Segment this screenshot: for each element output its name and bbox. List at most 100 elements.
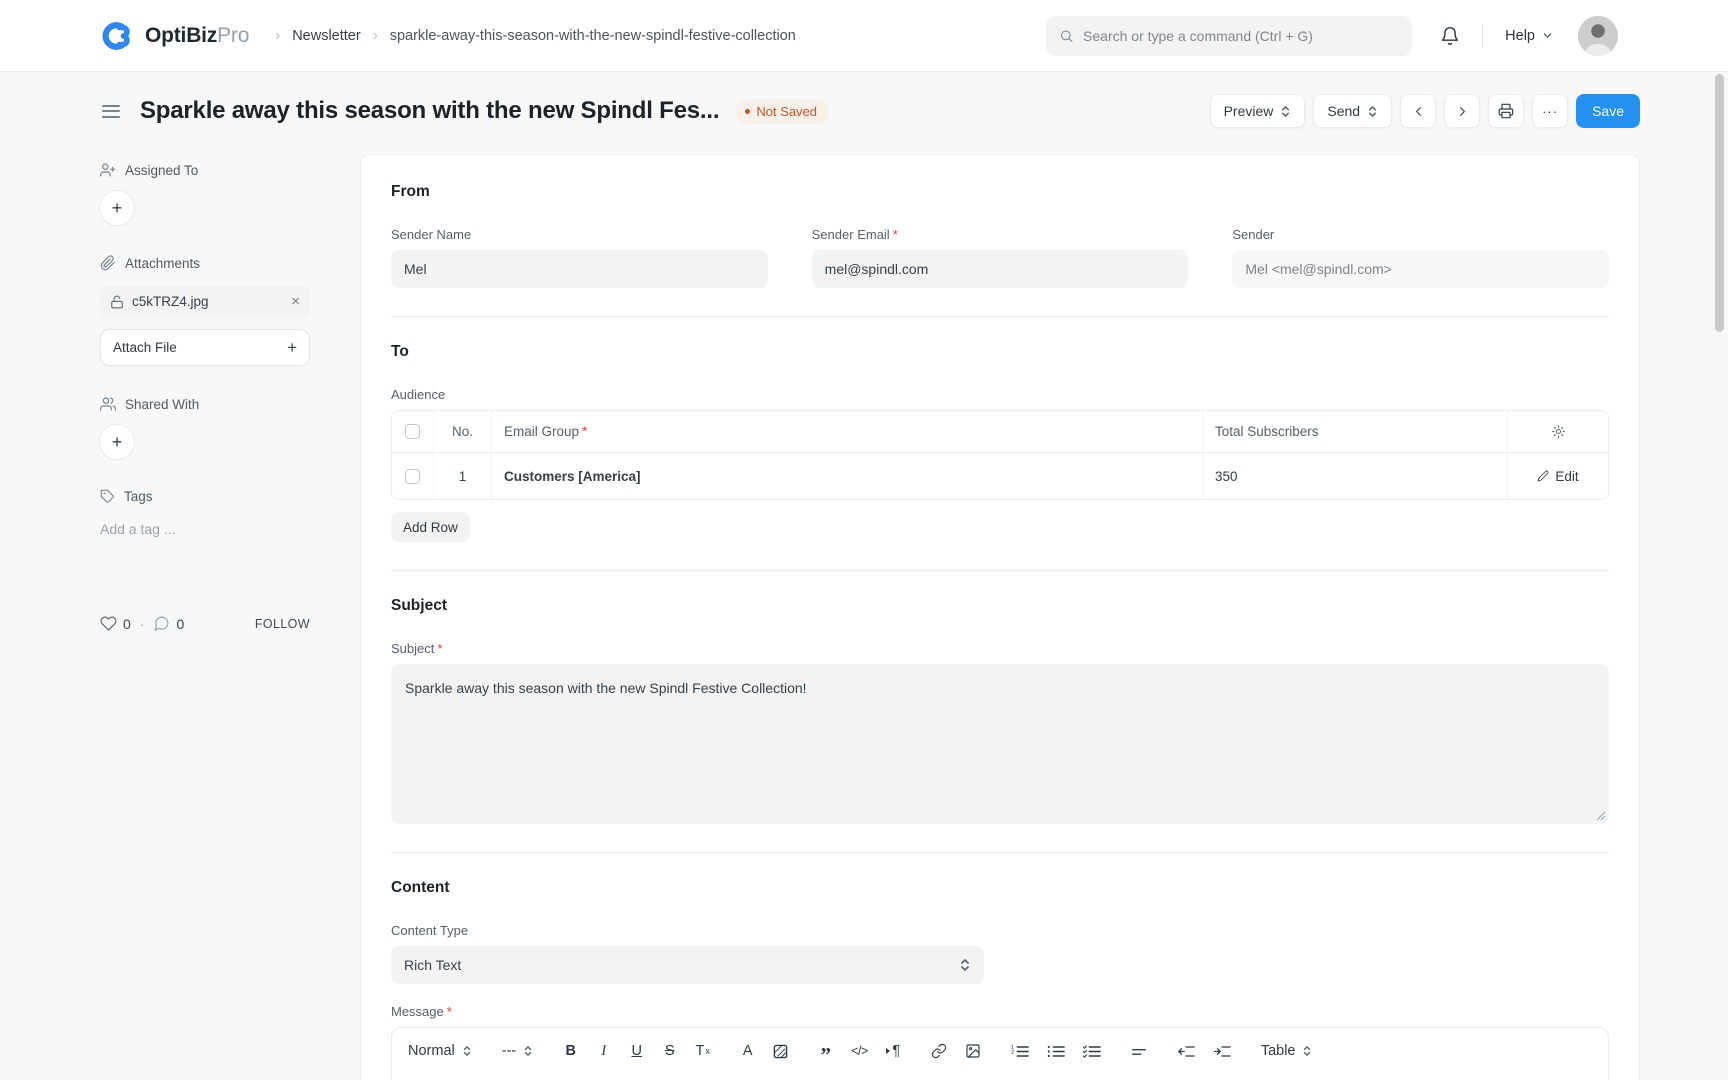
required-marker: * xyxy=(437,641,442,656)
save-button[interactable]: Save xyxy=(1576,94,1640,128)
ellipsis-icon: ··· xyxy=(1542,104,1558,119)
subject-input[interactable]: Sparkle away this season with the new Sp… xyxy=(391,664,1609,824)
shared-with-section: Shared With xyxy=(100,396,310,412)
required-marker: * xyxy=(447,1004,452,1019)
divider-select[interactable]: --- xyxy=(502,1043,534,1059)
background-color-button[interactable] xyxy=(773,1041,788,1061)
align-button[interactable] xyxy=(1131,1041,1147,1061)
sidebar-toggle-button[interactable] xyxy=(100,101,122,122)
attach-file-button[interactable]: Attach File + xyxy=(100,329,310,366)
app-logo[interactable]: OptiBizPro xyxy=(100,18,249,54)
attachment-item: c5kTRZ4.jpg × xyxy=(100,286,310,317)
resize-handle-icon[interactable] xyxy=(1596,811,1606,821)
print-button[interactable] xyxy=(1488,94,1524,128)
outdent-button[interactable] xyxy=(1177,1041,1195,1061)
underline-button[interactable]: U xyxy=(629,1041,644,1061)
paperclip-icon xyxy=(100,255,116,271)
edit-row-button[interactable]: Edit xyxy=(1537,469,1578,484)
align-icon xyxy=(1131,1045,1147,1058)
table-menu-select[interactable]: Table xyxy=(1261,1043,1313,1059)
tags-section: Tags xyxy=(100,489,310,504)
notifications-button[interactable] xyxy=(1440,26,1460,46)
chevron-down-icon xyxy=(1541,29,1554,42)
section-title-subject: Subject xyxy=(391,597,1609,615)
updown-icon xyxy=(462,1044,472,1058)
chevron-left-icon xyxy=(1411,104,1426,119)
status-dot xyxy=(745,109,750,114)
app-name: OptiBizPro xyxy=(145,24,249,48)
italic-button[interactable]: I xyxy=(596,1041,611,1061)
tag-icon xyxy=(100,489,115,504)
add-row-button[interactable]: Add Row xyxy=(391,512,470,542)
breadcrumb-document[interactable]: sparkle-away-this-season-with-the-new-sp… xyxy=(390,28,796,44)
checklist-button[interactable] xyxy=(1083,1041,1101,1061)
sender-field-wrapper: Sender Mel <mel@spindl.com> xyxy=(1232,227,1609,288)
add-assignment-button[interactable]: + xyxy=(100,191,134,225)
updown-icon xyxy=(1367,104,1378,119)
help-menu[interactable]: Help xyxy=(1505,28,1554,44)
insert-link-button[interactable] xyxy=(931,1041,947,1061)
gear-icon xyxy=(1551,424,1566,439)
heart-icon[interactable] xyxy=(100,615,117,632)
audience-label: Audience xyxy=(391,387,1609,402)
from-section: From Sender Name Sender Email* Sender Me… xyxy=(391,183,1609,317)
avatar[interactable] xyxy=(1578,16,1618,56)
code-button[interactable]: </> xyxy=(851,1041,868,1061)
send-button[interactable]: Send xyxy=(1313,94,1392,128)
email-group-value[interactable]: Customers [America] xyxy=(504,469,641,484)
clear-format-button[interactable]: Tx xyxy=(695,1041,710,1061)
paragraph-direction-button[interactable]: ¶ xyxy=(886,1041,901,1061)
sender-name-label: Sender Name xyxy=(391,227,768,242)
sender-readonly-value: Mel <mel@spindl.com> xyxy=(1232,250,1609,288)
previous-document-button[interactable] xyxy=(1400,94,1436,128)
add-share-button[interactable]: + xyxy=(100,425,134,459)
content-type-label: Content Type xyxy=(391,923,1609,938)
row-checkbox[interactable] xyxy=(405,469,420,484)
reactions-bar: 0 · 0 FOLLOW xyxy=(100,615,310,632)
avatar-image xyxy=(1578,16,1618,56)
indent-button[interactable] xyxy=(1213,1041,1231,1061)
add-tag-input[interactable]: Add a tag ... xyxy=(100,521,310,537)
assigned-to-section: Assigned To xyxy=(100,162,310,178)
bullet-list-button[interactable] xyxy=(1047,1041,1065,1061)
users-icon xyxy=(100,396,116,412)
audience-table: No. Email Group* Total Subscribers 1 Cus… xyxy=(391,410,1609,500)
bold-button[interactable]: B xyxy=(563,1041,578,1061)
content-type-select[interactable]: Rich Text xyxy=(391,946,984,984)
page-title: Sparkle away this season with the new Sp… xyxy=(140,97,719,125)
form-sidebar: Assigned To + Attachments c5kTRZ4.jpg × … xyxy=(100,154,310,632)
paragraph-style-select[interactable]: Normal xyxy=(408,1043,472,1059)
column-header-email-group: Email Group* xyxy=(492,411,1203,452)
table-settings-button[interactable] xyxy=(1508,411,1608,452)
remove-attachment-button[interactable]: × xyxy=(291,294,300,309)
attachment-file-link[interactable]: c5kTRZ4.jpg xyxy=(132,294,209,309)
breadcrumb-newsletter[interactable]: Newsletter xyxy=(292,28,361,44)
comment-icon[interactable] xyxy=(153,615,170,632)
blockquote-button[interactable]: ” xyxy=(818,1041,833,1061)
select-all-checkbox[interactable] xyxy=(405,424,420,439)
svg-text:2: 2 xyxy=(1011,1050,1014,1056)
font-color-button[interactable]: A xyxy=(740,1041,755,1061)
editor-toolbar: Normal --- B I U S Tx A xyxy=(392,1028,1608,1074)
required-marker: * xyxy=(582,424,587,439)
message-editor[interactable]: Normal --- B I U S Tx A xyxy=(391,1027,1609,1080)
sender-email-input[interactable] xyxy=(812,250,1189,288)
breadcrumb: › Newsletter › sparkle-away-this-season-… xyxy=(275,27,796,44)
preview-button[interactable]: Preview xyxy=(1210,94,1306,128)
global-search[interactable] xyxy=(1046,16,1412,56)
section-title-content: Content xyxy=(391,879,1609,897)
triangle-icon xyxy=(886,1048,890,1054)
sender-label: Sender xyxy=(1232,227,1609,242)
strikethrough-button[interactable]: S xyxy=(662,1041,677,1061)
follow-button[interactable]: FOLLOW xyxy=(255,617,310,631)
scrollbar-thumb[interactable] xyxy=(1715,74,1724,332)
search-input[interactable] xyxy=(1083,28,1399,44)
insert-image-button[interactable] xyxy=(965,1041,981,1061)
navbar: OptiBizPro › Newsletter › sparkle-away-t… xyxy=(0,0,1728,72)
next-document-button[interactable] xyxy=(1444,94,1480,128)
unlock-icon[interactable] xyxy=(110,295,124,309)
ordered-list-button[interactable]: 12 xyxy=(1011,1041,1029,1061)
menu-button[interactable]: ··· xyxy=(1532,94,1568,128)
navbar-divider xyxy=(1482,24,1483,48)
sender-name-input[interactable] xyxy=(391,250,768,288)
